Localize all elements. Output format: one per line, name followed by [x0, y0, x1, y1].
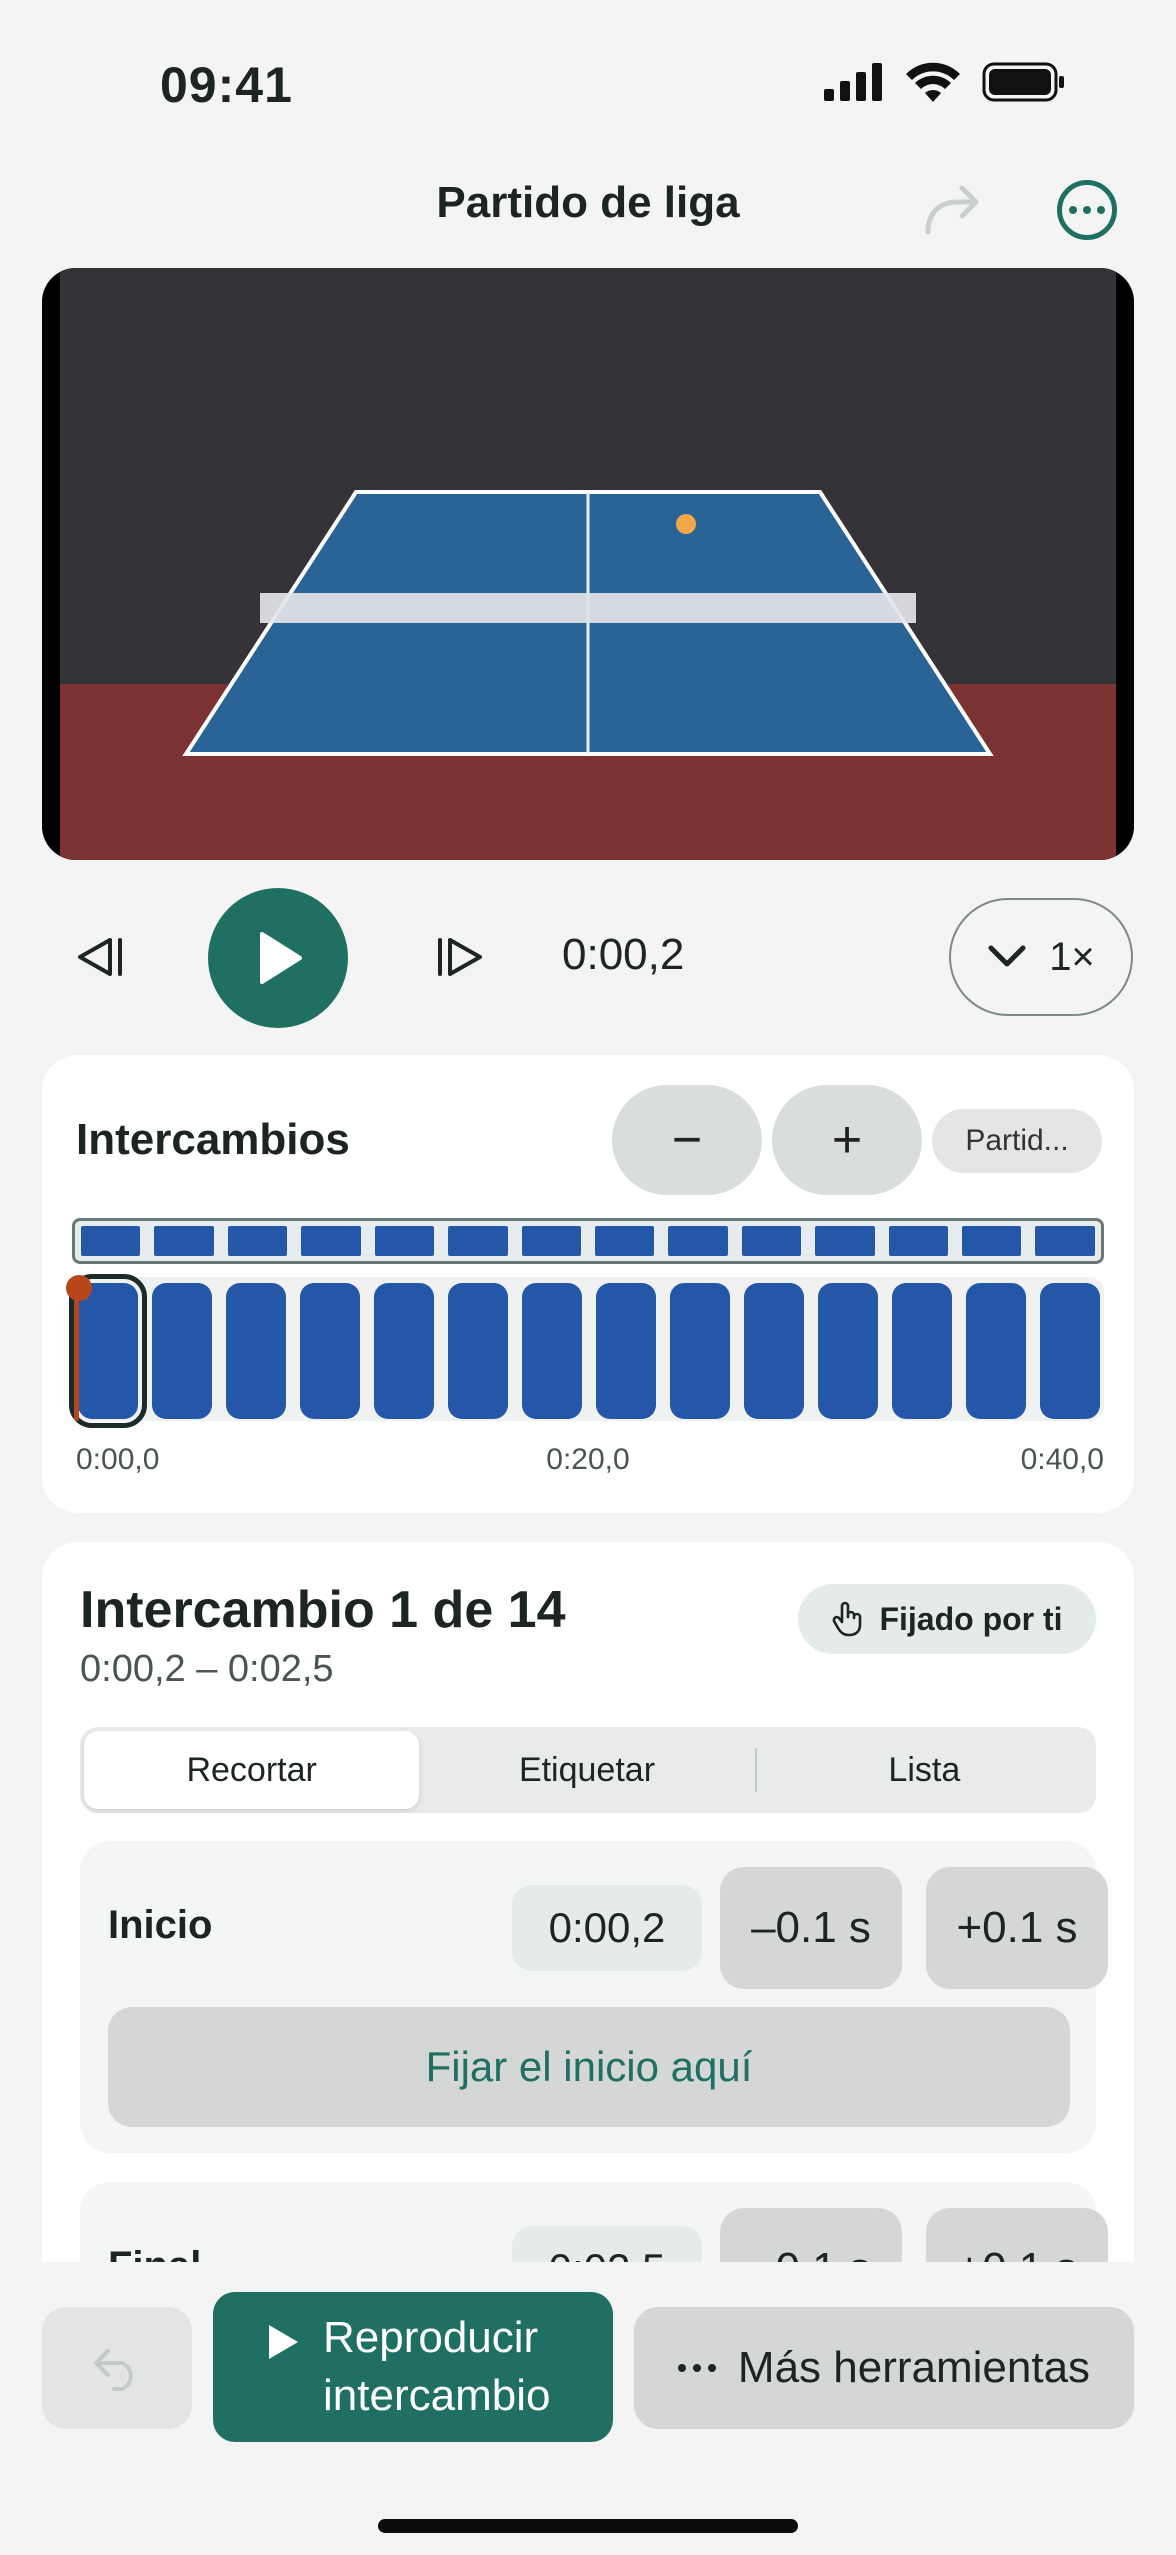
dot	[1097, 206, 1105, 214]
rally-block[interactable]	[374, 1283, 434, 1419]
rally-block-selected[interactable]	[69, 1274, 147, 1428]
rally-block[interactable]	[226, 1283, 286, 1419]
play-icon	[269, 2325, 298, 2359]
scope-chip[interactable]: Partid...	[932, 1109, 1102, 1173]
rally-block[interactable]	[1040, 1283, 1100, 1419]
start-label: Inicio	[108, 1903, 213, 1947]
rally-block[interactable]	[522, 1283, 582, 1419]
overview-strip[interactable]	[72, 1218, 1104, 1264]
start-plus-button[interactable]: +0.1 s	[926, 1867, 1108, 1989]
ball	[676, 514, 696, 534]
zoom-out-button[interactable]: −	[612, 1085, 762, 1195]
pinned-label: Fijado por ti	[879, 1600, 1063, 1637]
rally-block[interactable]	[818, 1283, 878, 1419]
more-tools-button[interactable]: Más herramientas	[634, 2307, 1134, 2429]
editor-tabs: Recortar Etiquetar Lista	[80, 1727, 1096, 1813]
pinned-chip[interactable]: Fijado por ti	[798, 1584, 1096, 1654]
start-time-value[interactable]: 0:00,2	[512, 1885, 702, 1971]
overview-rally-segment[interactable]	[594, 1226, 655, 1256]
start-minus-button[interactable]: –0.1 s	[720, 1867, 902, 1989]
start-row: Inicio 0:00,2 –0.1 s +0.1 s Fijar el ini…	[80, 1841, 1108, 2153]
table-net	[260, 593, 916, 623]
rally-block[interactable]	[670, 1283, 730, 1419]
battery-icon	[982, 62, 1064, 102]
rally-block[interactable]	[300, 1283, 360, 1419]
rally-range: 0:00,2 – 0:02,5	[80, 1648, 334, 1690]
playhead[interactable]	[66, 1275, 92, 1421]
dot	[1069, 206, 1077, 214]
overview-rally-segment[interactable]	[962, 1226, 1022, 1256]
overview-rally-segment[interactable]	[154, 1226, 214, 1256]
rallies-title: Intercambios	[76, 1115, 350, 1164]
video-frame	[42, 268, 1134, 860]
axis-label-start: 0:00,0	[76, 1443, 160, 1476]
status-bar: 09:41	[0, 0, 1176, 160]
timeline-track	[69, 1274, 1104, 1428]
ellipsis-icon	[677, 2364, 716, 2372]
undo-icon	[94, 2349, 133, 2391]
home-indicator	[378, 2519, 798, 2533]
more-options-button[interactable]	[1057, 180, 1117, 240]
bottom-toolbar: Reproducir intercambio Más herramientas	[0, 2262, 1176, 2555]
video-player[interactable]	[42, 268, 1134, 860]
rally-block[interactable]	[744, 1283, 804, 1419]
axis-label-end: 0:40,0	[1020, 1443, 1104, 1476]
page-title: Partido de liga	[436, 178, 740, 227]
overview-rally-segment[interactable]	[521, 1226, 581, 1256]
previous-frame-button[interactable]	[72, 932, 128, 982]
rally-block[interactable]	[966, 1283, 1026, 1419]
overview-rally-segment[interactable]	[301, 1226, 361, 1256]
rally-block[interactable]	[596, 1283, 656, 1419]
rally-block[interactable]	[892, 1283, 952, 1419]
overview-rally-segment[interactable]	[227, 1226, 288, 1256]
play-rally-button[interactable]: Reproducir intercambio	[213, 2292, 613, 2442]
speed-label: 1×	[1049, 934, 1095, 979]
playback-speed-button[interactable]: 1×	[949, 898, 1133, 1016]
overview-rally-segment[interactable]	[888, 1226, 949, 1256]
overview-rally-segment[interactable]	[1035, 1226, 1095, 1256]
dot	[1083, 206, 1091, 214]
tab-tag[interactable]: Etiquetar	[419, 1731, 754, 1809]
undo-button[interactable]	[42, 2307, 192, 2429]
tab-list[interactable]: Lista	[757, 1731, 1092, 1809]
overview-rally-segment[interactable]	[741, 1226, 802, 1256]
play-icon	[260, 932, 302, 984]
rallies-panel: Intercambios − + Partid... 0:00,0 0:20,0…	[42, 1055, 1134, 1513]
play-button[interactable]	[208, 888, 348, 1028]
status-icons	[824, 62, 1066, 102]
status-time: 09:41	[160, 57, 293, 113]
playhead-handle[interactable]	[66, 1275, 92, 1301]
overview-rally-segment[interactable]	[668, 1226, 728, 1256]
overview-rally-segment[interactable]	[81, 1226, 141, 1256]
set-start-here-button[interactable]: Fijar el inicio aquí	[108, 2007, 1070, 2127]
cellular-signal-icon	[824, 63, 882, 101]
axis-label-middle: 0:20,0	[546, 1443, 630, 1476]
redo-icon[interactable]	[920, 178, 986, 244]
chevron-down-icon	[988, 945, 1026, 967]
play-rally-label: Reproducir intercambio	[323, 2313, 551, 2420]
overview-rally-segment[interactable]	[374, 1226, 435, 1256]
rally-heading: Intercambio 1 de 14	[80, 1581, 566, 1639]
tab-trim[interactable]: Recortar	[84, 1731, 420, 1809]
zoom-in-button[interactable]: +	[772, 1085, 922, 1195]
rally-timeline[interactable]	[66, 1274, 1104, 1428]
current-time: 0:00,2	[562, 930, 685, 979]
rally-block[interactable]	[448, 1283, 508, 1419]
wifi-icon	[906, 62, 960, 102]
next-frame-button[interactable]	[432, 932, 488, 982]
more-tools-label: Más herramientas	[737, 2343, 1091, 2392]
overview-rally-segment[interactable]	[448, 1226, 508, 1256]
rally-block[interactable]	[152, 1283, 212, 1419]
overview-rally-segment[interactable]	[815, 1226, 875, 1256]
hand-pointer-icon	[833, 1601, 862, 1637]
